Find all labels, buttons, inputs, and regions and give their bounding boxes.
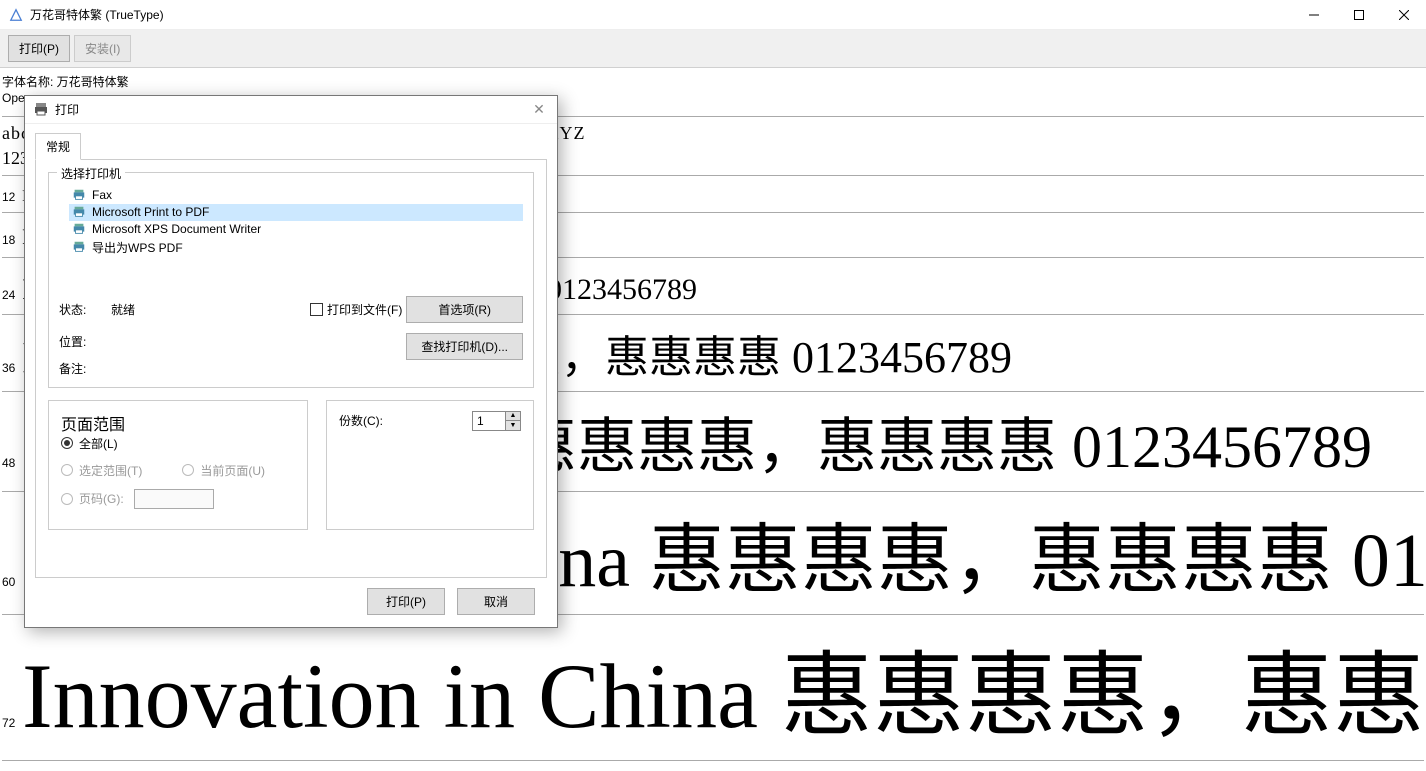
select-printer-group: 选择打印机 FaxMicrosoft Print to PDFMicrosoft… (48, 172, 534, 388)
main-toolbar: 打印(P) 安装(I) (0, 30, 1426, 68)
printer-item[interactable]: 导出为WPS PDF (69, 238, 523, 257)
spinner-down[interactable]: ▼ (506, 421, 520, 430)
copies-spinner[interactable]: ▲ ▼ (472, 411, 521, 431)
printer-status-grid: 状态: 就绪 打印到文件(F) 首选项(R) 位置: 查找打印机(D)... 备… (59, 296, 523, 377)
print-dialog: 打印 ✕ 常规 选择打印机 FaxMicrosoft Print to PDFM… (24, 95, 558, 628)
printer-icon (33, 101, 49, 117)
dialog-cancel-button[interactable]: 取消 (457, 588, 535, 615)
spinner-up[interactable]: ▲ (506, 412, 520, 421)
status-label: 状态: (59, 301, 107, 318)
print-to-file-checkbox[interactable]: 打印到文件(F) (310, 301, 402, 318)
font-name-line: 字体名称: 万花哥特体繁 (2, 74, 1424, 90)
maximize-button[interactable] (1336, 0, 1381, 30)
copies-input[interactable] (473, 414, 505, 428)
remark-label: 备注: (59, 360, 107, 377)
install-button[interactable]: 安装(I) (74, 35, 131, 62)
radio-all[interactable]: 全部(L) (61, 435, 295, 452)
radio-pages: 页码(G): (61, 489, 295, 509)
print-to-file-label: 打印到文件(F) (327, 301, 402, 318)
dialog-footer: 打印(P) 取消 (25, 588, 557, 627)
copies-group: 份数(C): ▲ ▼ (326, 400, 534, 530)
dialog-titlebar: 打印 ✕ (25, 96, 557, 124)
location-label: 位置: (59, 333, 107, 350)
printer-item[interactable]: Microsoft XPS Document Writer (69, 221, 523, 238)
window-titlebar: 万花哥特体繁 (TrueType) (0, 0, 1426, 30)
preferences-button[interactable]: 首选项(R) (406, 296, 523, 323)
select-printer-legend: 选择打印机 (57, 165, 125, 182)
dialog-title: 打印 (55, 101, 79, 118)
app-icon (8, 7, 24, 23)
pages-input (134, 489, 214, 509)
status-value: 就绪 (111, 301, 306, 318)
copies-label: 份数(C): (339, 412, 383, 429)
window-title: 万花哥特体繁 (TrueType) (30, 6, 164, 23)
dialog-print-button[interactable]: 打印(P) (367, 588, 445, 615)
tab-bar: 常规 (25, 124, 557, 159)
printer-icon (71, 188, 86, 203)
close-button[interactable] (1381, 0, 1426, 30)
printer-icon (71, 205, 86, 220)
find-printer-button[interactable]: 查找打印机(D)... (406, 333, 523, 360)
printer-icon (71, 222, 86, 237)
tab-panel: 选择打印机 FaxMicrosoft Print to PDFMicrosoft… (35, 159, 547, 578)
tab-general[interactable]: 常规 (35, 133, 81, 160)
radio-selection: 选定范围(T) (61, 462, 142, 479)
radio-current-page: 当前页面(U) (182, 462, 265, 479)
printer-list[interactable]: FaxMicrosoft Print to PDFMicrosoft XPS D… (69, 187, 523, 257)
printer-item[interactable]: Microsoft Print to PDF (69, 204, 523, 221)
preview-line-72: 72Innovation in China 惠惠惠惠，惠惠惠惠 01234567… (2, 619, 1424, 756)
window-controls (1291, 0, 1426, 30)
page-range-legend: 页面范围 (61, 417, 125, 434)
printer-icon (71, 240, 86, 255)
page-range-row: 页面范围 全部(L) 选定范围(T) 当前页面(U) 页码(G): 份数(C):… (48, 400, 534, 530)
minimize-button[interactable] (1291, 0, 1336, 30)
print-button[interactable]: 打印(P) (8, 35, 70, 62)
printer-item[interactable]: Fax (69, 187, 523, 204)
dialog-close-button[interactable]: ✕ (529, 99, 549, 119)
page-range-group: 页面范围 全部(L) 选定范围(T) 当前页面(U) 页码(G): (48, 400, 308, 530)
